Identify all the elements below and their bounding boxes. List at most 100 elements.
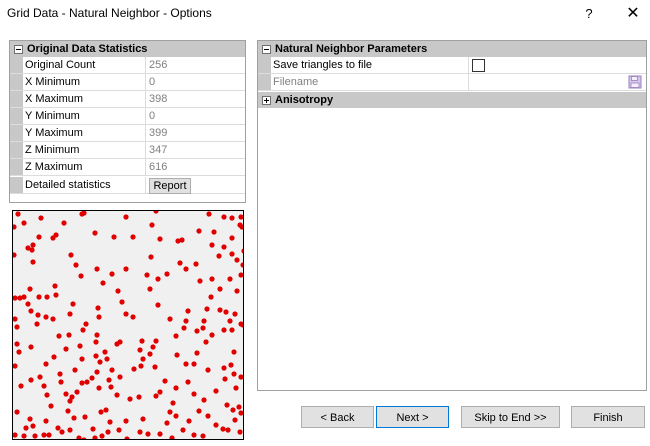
data-point xyxy=(213,388,219,394)
data-point xyxy=(157,389,163,395)
data-point xyxy=(157,236,163,242)
data-point xyxy=(107,419,113,425)
data-point xyxy=(95,305,101,311)
data-point xyxy=(234,288,240,294)
data-point xyxy=(173,413,179,419)
data-point xyxy=(41,432,47,438)
stat-value: 616 xyxy=(149,161,168,173)
data-point xyxy=(117,374,123,380)
data-point xyxy=(238,214,244,220)
statistics-header[interactable]: Original Data Statistics xyxy=(10,41,245,57)
data-point xyxy=(237,429,243,435)
data-point xyxy=(230,407,236,413)
save-file-icon[interactable] xyxy=(628,75,642,89)
data-point xyxy=(102,349,108,355)
data-point xyxy=(96,385,102,391)
save-triangles-checkbox[interactable] xyxy=(472,59,485,72)
data-point xyxy=(52,283,58,289)
data-point xyxy=(225,427,231,433)
data-point xyxy=(123,418,129,424)
data-point xyxy=(70,301,76,307)
data-point xyxy=(155,276,161,282)
data-point xyxy=(106,377,112,383)
stat-row: X Minimum 0 xyxy=(10,74,245,91)
skip-to-end-button[interactable]: Skip to End >> xyxy=(461,406,560,428)
data-point xyxy=(53,292,59,298)
save-triangles-row: Save triangles to file xyxy=(258,57,646,74)
data-point xyxy=(136,394,142,400)
data-point xyxy=(196,228,202,234)
data-point xyxy=(25,301,31,307)
data-point xyxy=(28,344,34,350)
data-point xyxy=(123,214,129,220)
stat-value: 347 xyxy=(149,144,168,156)
data-point xyxy=(12,432,18,438)
anisotropy-header[interactable]: Anisotropy xyxy=(258,92,646,108)
data-point xyxy=(114,392,120,398)
data-point xyxy=(236,404,242,410)
data-point xyxy=(94,369,100,375)
statistics-header-label: Original Data Statistics xyxy=(27,43,148,55)
data-point xyxy=(147,286,153,292)
data-point xyxy=(197,278,203,284)
data-point xyxy=(193,261,199,267)
data-point xyxy=(183,361,189,367)
data-point xyxy=(48,403,54,409)
data-point xyxy=(100,280,106,286)
data-point xyxy=(53,232,59,238)
report-button[interactable]: Report xyxy=(149,178,191,194)
stat-label: X Maximum xyxy=(25,93,84,105)
data-point xyxy=(115,288,121,294)
data-point xyxy=(164,271,170,277)
data-point xyxy=(59,429,65,435)
finish-button[interactable]: Finish xyxy=(571,406,645,428)
data-point xyxy=(238,410,244,416)
expand-icon[interactable] xyxy=(262,96,271,105)
back-button[interactable]: < Back xyxy=(301,406,374,428)
data-point xyxy=(35,312,41,318)
data-point xyxy=(55,425,61,431)
data-point xyxy=(99,433,105,439)
close-button[interactable]: ✕ xyxy=(622,3,644,25)
data-point xyxy=(208,294,214,300)
data-point xyxy=(124,436,130,442)
data-point xyxy=(211,229,217,235)
data-point xyxy=(205,413,211,419)
parameters-panel: Natural Neighbor Parameters Save triangl… xyxy=(257,40,647,391)
data-point xyxy=(44,294,50,300)
data-point xyxy=(173,385,179,391)
data-point xyxy=(137,347,143,353)
parameters-header[interactable]: Natural Neighbor Parameters xyxy=(258,41,646,57)
stat-row: Original Count 256 xyxy=(10,57,245,74)
data-point xyxy=(153,338,159,344)
next-button[interactable]: Next > xyxy=(376,406,449,428)
data-point xyxy=(79,380,85,386)
data-point xyxy=(63,346,69,352)
data-point xyxy=(56,333,62,339)
collapse-icon[interactable] xyxy=(14,45,23,54)
data-point xyxy=(109,271,115,277)
data-point xyxy=(12,295,18,301)
data-point xyxy=(155,302,161,308)
data-points-svg xyxy=(11,208,247,443)
data-point xyxy=(12,363,18,369)
data-point xyxy=(221,244,227,250)
data-point xyxy=(167,409,173,415)
data-point xyxy=(222,376,228,382)
stat-row: X Maximum 398 xyxy=(10,91,245,108)
data-point xyxy=(76,435,82,441)
data-point xyxy=(94,332,100,338)
help-button[interactable]: ? xyxy=(578,3,600,25)
data-point xyxy=(175,238,181,244)
data-point xyxy=(224,402,230,408)
data-point xyxy=(164,420,170,426)
data-point xyxy=(238,374,244,380)
data-point xyxy=(217,307,223,313)
data-point xyxy=(11,252,17,258)
data-point xyxy=(130,234,136,240)
data-point xyxy=(50,316,56,322)
data-point xyxy=(191,432,197,438)
stat-label: Y Minimum xyxy=(25,110,80,122)
data-point xyxy=(36,234,42,240)
collapse-icon[interactable] xyxy=(262,45,271,54)
